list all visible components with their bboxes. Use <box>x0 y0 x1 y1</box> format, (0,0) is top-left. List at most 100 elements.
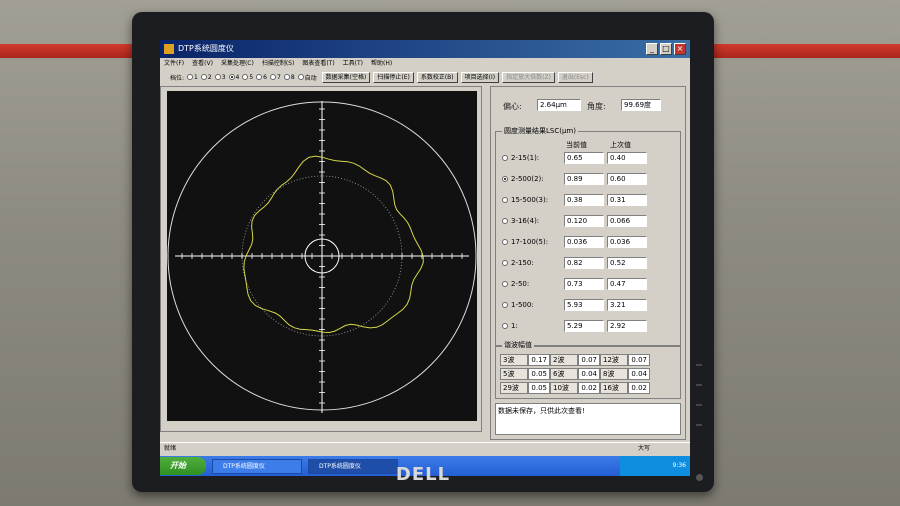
menu-acquire[interactable]: 采集处理(C) <box>221 58 254 70</box>
radio-label: 5 <box>249 73 254 81</box>
power-button[interactable] <box>696 474 703 481</box>
radio-circle[interactable] <box>200 74 207 80</box>
result-radio[interactable] <box>502 323 508 329</box>
harmonic-label: 8波 <box>600 368 628 380</box>
harmonic-row: 5波 0.05 6波 0.04 8波 0.04 <box>500 368 650 380</box>
harmonic-value: 0.02 <box>578 382 600 394</box>
radio-circle[interactable] <box>256 74 263 80</box>
window-title: DTP系统圆度仪 <box>178 44 234 53</box>
gear-radio[interactable]: 3 <box>214 73 226 82</box>
col-last: 上次值 <box>610 141 631 149</box>
radio-circle[interactable] <box>242 74 249 80</box>
result-radio[interactable] <box>502 197 508 203</box>
toolbar-button[interactable]: 退出(Esc) <box>557 71 593 83</box>
result-radio[interactable] <box>502 239 508 245</box>
radio-label: 8 <box>290 73 295 81</box>
gear-radio[interactable]: 6 <box>256 73 267 82</box>
result-radio[interactable] <box>502 281 508 287</box>
result-label: 2-500(2): <box>511 175 544 183</box>
harmonic-value: 0.04 <box>578 368 600 380</box>
gear-radio[interactable]: 8 <box>283 73 295 82</box>
result-label: 3-16(4): <box>511 217 540 225</box>
radio-label: 自动 <box>304 74 317 82</box>
radio-label: 2 <box>207 73 212 81</box>
toolbar-button[interactable]: 项目选择(I) <box>460 71 500 83</box>
radio-circle[interactable] <box>297 74 304 80</box>
result-label: 2-150: <box>511 259 534 267</box>
results-title: 圆度测量结果LSC(μm) <box>502 126 578 136</box>
result-radio[interactable] <box>502 176 508 182</box>
close-button[interactable]: × <box>674 43 686 55</box>
current-value: 0.82 <box>564 257 604 269</box>
last-value: 0.60 <box>607 173 647 185</box>
bezel-button[interactable] <box>696 364 702 366</box>
toolbar-button[interactable]: 数据采集(空格) <box>321 71 371 83</box>
toolbar-button[interactable]: 扫描停止(E) <box>373 71 414 83</box>
plot-frame <box>160 86 482 432</box>
radio-circle[interactable] <box>283 74 290 80</box>
result-row: 1-500: 5.93 3.21 <box>502 299 647 311</box>
bezel-button[interactable] <box>696 404 702 406</box>
harmonic-label: 12波 <box>600 354 628 366</box>
harmonic-value: 0.07 <box>628 354 650 366</box>
roundness-profile-trace <box>243 155 424 334</box>
harmonic-label: 29波 <box>500 382 528 394</box>
eccentric-value: 2.64μm <box>537 99 581 111</box>
dell-logo: DELL <box>395 464 451 485</box>
toolbar-button[interactable]: 指定放大倍数(Z) <box>502 71 555 83</box>
result-label: 17-100(5): <box>511 238 549 246</box>
gear-radio[interactable]: 2 <box>200 73 212 82</box>
menubar: 文件(F) 查看(V) 采集处理(C) 扫描控制(S) 图表查看(T) 工具(T… <box>160 58 690 70</box>
radio-circle[interactable] <box>214 74 221 80</box>
gear-radio[interactable]: 5 <box>242 73 253 82</box>
gear-radio[interactable]: 1 <box>187 73 198 82</box>
radio-label: 3 <box>221 73 226 81</box>
last-value: 0.31 <box>607 194 647 206</box>
gear-prefix: 档位: <box>170 74 185 82</box>
result-row: 17-100(5): 0.036 0.036 <box>502 236 647 248</box>
menu-file[interactable]: 文件(F) <box>164 58 184 70</box>
menu-view[interactable]: 查看(V) <box>192 58 213 70</box>
app-icon <box>164 44 174 54</box>
last-value: 0.47 <box>607 278 647 290</box>
harmonic-value: 0.17 <box>528 354 550 366</box>
harmonic-value: 0.07 <box>578 354 600 366</box>
bezel-button[interactable] <box>696 424 702 426</box>
result-radio[interactable] <box>502 260 508 266</box>
radio-label: 6 <box>263 73 267 81</box>
bezel-button[interactable] <box>696 384 702 386</box>
menu-help[interactable]: 帮助(H) <box>371 58 392 70</box>
menu-scan[interactable]: 扫描控制(S) <box>262 58 295 70</box>
menu-chart[interactable]: 图表查看(T) <box>302 58 334 70</box>
result-label: 1: <box>511 322 518 330</box>
result-radio[interactable] <box>502 302 508 308</box>
polar-plot <box>167 91 477 421</box>
harmonic-label: 16波 <box>600 382 628 394</box>
result-row: 2-150: 0.82 0.52 <box>502 257 647 269</box>
menu-tools[interactable]: 工具(T) <box>343 58 363 70</box>
gear-radio[interactable]: 自动 <box>297 73 317 82</box>
minimize-button[interactable]: _ <box>646 43 658 55</box>
current-value: 0.036 <box>564 236 604 248</box>
status-text: 就绪 <box>164 445 177 452</box>
results-panel: 偏心: 2.64μm 角度: 99.69度 圆度测量结果LSC(μm) 当前值 … <box>490 86 686 440</box>
last-value: 0.066 <box>607 215 647 227</box>
result-radio[interactable] <box>502 218 508 224</box>
last-value: 0.40 <box>607 152 647 164</box>
radio-circle[interactable] <box>187 74 194 80</box>
message-box: 数据未保存，只供此次查看! <box>495 403 681 435</box>
toolbar-button[interactable]: 系数校正(B) <box>416 71 458 83</box>
harmonic-value: 0.04 <box>628 368 650 380</box>
result-row: 2-500(2): 0.89 0.60 <box>502 173 647 185</box>
harmonic-label: 6波 <box>550 368 578 380</box>
harmonic-value: 0.05 <box>528 382 550 394</box>
harmonic-label: 3波 <box>500 354 528 366</box>
maximize-button[interactable]: □ <box>660 43 672 55</box>
radio-circle[interactable] <box>270 74 276 80</box>
gear-radio[interactable]: 7 <box>270 73 281 82</box>
radio-label: 1 <box>194 73 198 81</box>
result-radio[interactable] <box>502 155 508 161</box>
radio-circle[interactable] <box>228 74 235 80</box>
harmonic-label: 2波 <box>550 354 578 366</box>
gear-radio[interactable]: 4 <box>228 73 239 82</box>
